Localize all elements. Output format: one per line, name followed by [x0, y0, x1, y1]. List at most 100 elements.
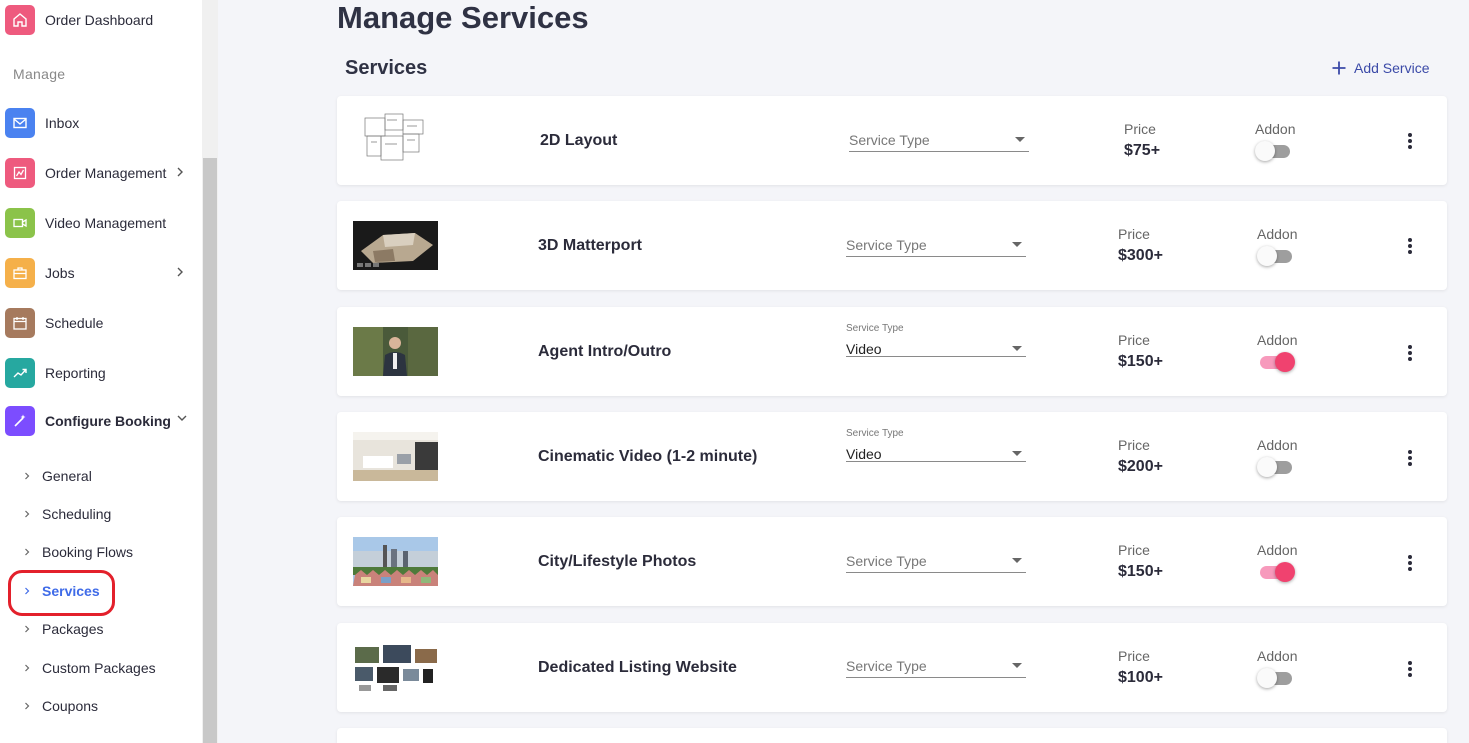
calendar-icon: [5, 308, 35, 338]
sidebar-item-label: Configure Booking: [45, 413, 171, 429]
addon-toggle[interactable]: [1257, 562, 1295, 582]
price-label: Price: [1118, 226, 1150, 242]
sidebar-subitem-custom-packages[interactable]: Custom Packages: [22, 658, 156, 678]
sidebar-item-label: Reporting: [45, 365, 106, 381]
chevron-right-icon: [25, 472, 30, 480]
more-options-icon[interactable]: [1402, 658, 1418, 680]
price-label: Price: [1118, 542, 1150, 558]
page-title: Manage Services: [337, 0, 589, 35]
sidebar-subitem-booking-flows[interactable]: Booking Flows: [22, 542, 133, 562]
sidebar-subitem-label: Booking Flows: [42, 544, 134, 560]
price-label: Price: [1124, 121, 1156, 137]
sidebar-item-configure-booking[interactable]: Configure Booking: [5, 406, 195, 436]
dropdown-caret-icon: [1012, 242, 1022, 247]
addon-label: Addon: [1257, 648, 1298, 664]
service-card: City/Lifestyle Photos Service Type Price…: [337, 517, 1447, 606]
sidebar-subitem-label: General: [42, 468, 92, 484]
sidebar-subitem-label: Packages: [42, 621, 104, 637]
service-name: Dedicated Listing Website: [538, 659, 737, 676]
sidebar-item-order-management[interactable]: Order Management: [5, 158, 195, 188]
service-type-value: Video: [846, 446, 882, 462]
sidebar-subitem-label: Services: [42, 583, 100, 599]
sidebar-subitem-services[interactable]: Services: [22, 581, 100, 601]
addon-toggle[interactable]: [1257, 668, 1295, 688]
price-label: Price: [1118, 437, 1150, 453]
addon-label: Addon: [1257, 226, 1298, 242]
chevron-right-icon: [25, 510, 30, 518]
more-options-icon[interactable]: [1402, 235, 1418, 257]
sidebar-item-label: Video Management: [45, 215, 167, 231]
service-type-select[interactable]: Service Type Video: [846, 323, 1026, 357]
addon-toggle[interactable]: [1257, 246, 1295, 266]
service-name: 3D Matterport: [538, 237, 643, 254]
addon-toggle[interactable]: [1257, 457, 1295, 477]
dropdown-caret-icon: [1012, 558, 1022, 563]
service-type-floating-label: Service Type: [846, 428, 904, 439]
dropdown-caret-icon: [1012, 346, 1022, 351]
price-value: $75+: [1124, 142, 1161, 159]
service-type-floating-label: Service Type: [846, 323, 904, 334]
addon-toggle[interactable]: [1257, 352, 1295, 372]
addon-label: Addon: [1257, 332, 1298, 348]
dropdown-caret-icon: [1012, 663, 1022, 668]
orders-icon: [5, 158, 35, 188]
service-card: [337, 728, 1447, 743]
sidebar-scrollbar-thumb[interactable]: [203, 158, 217, 743]
sidebar-subitem-label: Coupons: [42, 698, 99, 714]
service-type-select[interactable]: Service Type: [849, 120, 1029, 152]
addon-label: Addon: [1257, 542, 1298, 558]
sidebar-subitem-scheduling[interactable]: Scheduling: [22, 504, 111, 524]
add-service-label: Add Service: [1354, 60, 1430, 76]
sidebar-subitem-general[interactable]: General: [22, 466, 92, 486]
service-card: Agent Intro/Outro Service Type Video Pri…: [337, 307, 1447, 396]
service-type-select[interactable]: Service Type: [846, 541, 1026, 573]
service-card: 2D Layout Service Type Price $75+ Addon: [337, 96, 1447, 185]
price-value: $200+: [1118, 458, 1163, 475]
sidebar-item-jobs[interactable]: Jobs: [5, 258, 195, 288]
addon-toggle[interactable]: [1255, 141, 1293, 161]
chevron-right-icon: [25, 587, 30, 595]
sidebar-item-label: Inbox: [45, 115, 80, 131]
add-service-button[interactable]: Add Service: [1331, 60, 1429, 76]
sidebar: Order Dashboard Manage Inbox Order Manag…: [0, 0, 202, 743]
more-options-icon[interactable]: [1402, 130, 1418, 152]
service-type-value: Video: [846, 341, 882, 357]
website-thumbnail: [353, 643, 438, 692]
video-icon: [5, 208, 35, 238]
sidebar-item-schedule[interactable]: Schedule: [5, 308, 195, 338]
chart-icon: [5, 358, 35, 388]
mail-icon: [5, 108, 35, 138]
briefcase-icon: [5, 258, 35, 288]
wand-icon: [5, 406, 35, 436]
sidebar-item-order-dashboard[interactable]: Order Dashboard: [5, 5, 195, 35]
service-type-select[interactable]: Service Type: [846, 225, 1026, 257]
section-label-manage: Manage: [13, 66, 66, 82]
sidebar-item-inbox[interactable]: Inbox: [5, 108, 195, 138]
service-type-placeholder: Service Type: [846, 237, 927, 253]
price-value: $150+: [1118, 353, 1163, 370]
more-options-icon[interactable]: [1402, 552, 1418, 574]
sidebar-item-reporting[interactable]: Reporting: [5, 358, 195, 388]
chevron-right-icon: [25, 548, 30, 556]
dropdown-caret-icon: [1015, 137, 1025, 142]
service-type-select[interactable]: Service Type Video: [846, 428, 1026, 462]
floorplan-thumbnail: [357, 112, 432, 167]
more-options-icon[interactable]: [1402, 447, 1418, 469]
service-type-placeholder: Service Type: [846, 658, 927, 674]
sidebar-item-video-management[interactable]: Video Management: [5, 208, 195, 238]
more-options-icon[interactable]: [1402, 342, 1418, 364]
sidebar-item-label: Order Management: [45, 165, 167, 181]
sidebar-subitem-coupons[interactable]: Coupons: [22, 696, 98, 716]
addon-label: Addon: [1255, 121, 1296, 137]
chevron-right-icon: [25, 702, 30, 710]
cinematic-video-thumbnail: [353, 432, 438, 481]
service-card: Dedicated Listing Website Service Type P…: [337, 623, 1447, 712]
section-title: Services: [345, 57, 428, 79]
service-type-select[interactable]: Service Type: [846, 646, 1026, 678]
plus-icon: [1332, 61, 1346, 75]
sidebar-subitem-label: Scheduling: [42, 506, 112, 522]
sidebar-subitem-packages[interactable]: Packages: [22, 619, 103, 639]
price-value: $100+: [1118, 669, 1163, 686]
price-value: $300+: [1118, 247, 1163, 264]
agent-video-thumbnail: [353, 327, 438, 376]
